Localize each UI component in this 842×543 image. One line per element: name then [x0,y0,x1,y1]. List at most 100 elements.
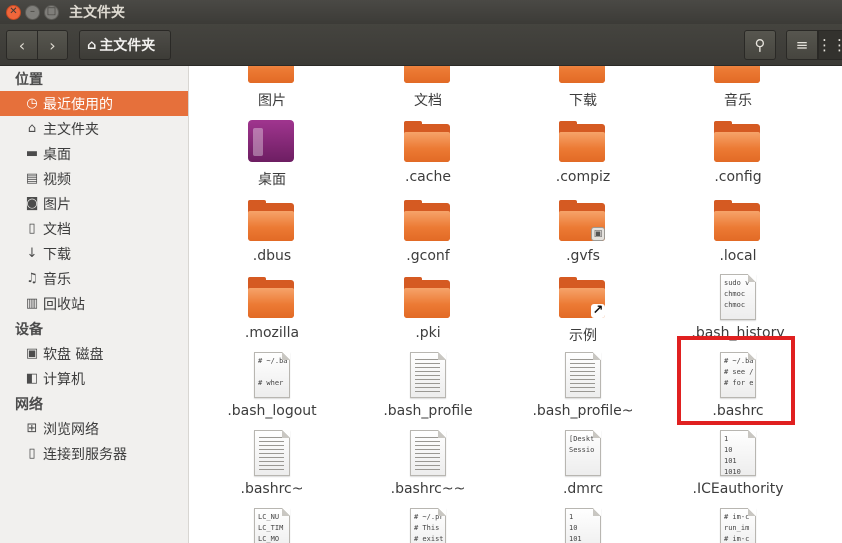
folder-item[interactable]: ↗ 示例 [508,274,658,345]
file-name-label: .ICEauthority [692,481,784,497]
file-name-label: .config [714,169,762,185]
file-item[interactable]: [Deskt Sessio .dmrc [508,430,658,497]
search-button[interactable]: ⚲ [744,30,776,60]
maximize-window-button[interactable]: □ [44,4,59,20]
file-item[interactable]: .bash_profile [353,352,503,419]
folder-item[interactable]: 桌面 [197,118,347,189]
file-name-label: .dbus [252,248,292,264]
file-name-label: .gconf [406,248,450,264]
folder-item[interactable]: .config [663,118,813,185]
file-name-label: .compiz [555,169,611,185]
sidebar-item[interactable]: ▬ 桌面 [0,141,188,166]
folder-item[interactable]: .dbus [197,197,347,264]
sidebar-item[interactable]: ↓ 下载 [0,241,188,266]
file-name-label: .bash_profile~ [532,403,634,419]
file-preview-text: [Deskt Sessio [569,435,595,454]
folder-item[interactable]: ▣ .gvfs [508,197,658,264]
file-item[interactable]: .bashrc~~ [353,430,503,497]
breadcrumb-label: 主文件夹 [99,38,156,54]
network-icon: ⊞ [26,421,38,436]
chevron-left-icon: ‹ [18,35,26,55]
back-button[interactable]: ‹ [7,31,37,59]
text-file-icon: [Deskt Sessio [559,430,607,478]
sidebar-item[interactable]: ▣ 软盘 磁盘 [0,341,188,366]
folder-icon [248,274,296,322]
folder-item[interactable]: .cache [353,118,503,185]
file-name-label: 图片 [258,93,286,109]
file-preview-text: # ~/.pr # This # exist [414,513,443,543]
download-icon: ↓ [26,246,38,261]
text-file-icon [404,430,452,478]
sidebar-item[interactable]: ◧ 计算机 [0,366,188,391]
sidebar-item-label: 音乐 [43,271,71,288]
sidebar-item[interactable]: ▯ 文档 [0,216,188,241]
desktop-folder-icon [248,118,296,166]
file-name-label: 音乐 [724,93,752,109]
music-icon: ♫ [26,271,38,286]
file-preview-text: 1 10 101 1010 [569,513,582,543]
close-window-button[interactable]: ✕ [6,4,21,20]
navigation-buttons: ‹ › [6,30,68,60]
folder-item[interactable]: .pki [353,274,503,341]
breadcrumb-home[interactable]: ⌂ 主文件夹 [79,30,171,60]
file-item[interactable]: sudo v chmoc chmoc .bash_history [663,274,813,341]
sidebar-item-label: 图片 [43,196,71,213]
grid-icon: ⋮⋮ [817,36,842,54]
folder-item[interactable]: 图片 [197,66,347,110]
sidebar-item[interactable]: ▤ 视频 [0,166,188,191]
sidebar-section-title: 网络 [15,396,43,413]
desktop-icon: ▬ [25,146,39,161]
file-name-label: 文档 [414,93,442,109]
file-item[interactable]: .bashrc~ [197,430,347,497]
folder-icon [714,118,762,166]
folder-icon: ↗ [559,274,607,322]
file-item[interactable]: 1 10 101 1010 [508,508,658,543]
file-item[interactable]: 1 10 101 1010 .ICEauthority [663,430,813,497]
forward-button[interactable]: › [37,31,67,59]
sidebar-item[interactable]: ⌂ 主文件夹 [0,116,188,141]
folder-item[interactable]: .compiz [508,118,658,185]
clock-icon: ◷ [26,96,38,111]
folder-item[interactable]: .mozilla [197,274,347,341]
sidebar-section-title: 位置 [15,71,43,88]
sidebar-item[interactable]: ♫ 音乐 [0,266,188,291]
sidebar-item-label: 软盘 磁盘 [43,346,104,363]
sidebar-item-label: 下载 [43,246,71,263]
file-name-label: .gvfs [566,248,600,264]
folder-item[interactable]: 下载 [508,66,658,110]
folder-item[interactable]: 音乐 [663,66,813,110]
sidebar-item-label: 浏览网络 [43,421,99,438]
folder-icon [248,66,296,87]
sidebar-item[interactable]: ⊞ 浏览网络 [0,416,188,441]
sidebar-item[interactable]: ▥ 回收站 [0,291,188,316]
sidebar-item[interactable]: ▯ 连接到服务器 [0,441,188,466]
sidebar-item[interactable]: ◷ 最近使用的 [0,91,188,116]
file-name-label: .mozilla [244,325,300,341]
text-file-icon: # ~/.ba # wher [248,352,296,400]
file-item[interactable]: # im-c run_im # im-c [663,508,813,543]
file-name-label: .bashrc~ [240,481,304,497]
sidebar-item-label: 最近使用的 [43,96,113,113]
sidebar-item-label: 连接到服务器 [43,446,127,463]
text-file-icon [559,352,607,400]
file-name-label: .local [719,248,757,264]
folder-icon [714,66,762,87]
folder-icon [404,66,452,87]
grid-view-button[interactable]: ⋮⋮ [817,30,842,60]
sidebar-item[interactable]: ◙ 图片 [0,191,188,216]
sidebar-item-label: 视频 [43,171,71,188]
toolbar: ‹ › ⌂ 主文件夹 ⚲ ≡ ⋮⋮ [0,24,842,66]
file-item[interactable]: # ~/.pr # This # exist [353,508,503,543]
folder-item[interactable]: .gconf [353,197,503,264]
minimize-window-button[interactable]: – [25,4,40,20]
file-item[interactable]: .bash_profile~ [508,352,658,419]
text-file-icon [248,430,296,478]
folder-icon [559,66,607,87]
folder-item[interactable]: 文档 [353,66,503,110]
file-item[interactable]: LC_NU LC_TIM LC_MO [197,508,347,543]
file-item[interactable]: # ~/.ba # wher .bash_logout [197,352,347,419]
server-icon: ▯ [28,446,36,461]
list-view-button[interactable]: ≡ [786,30,818,60]
folder-item[interactable]: .local [663,197,813,264]
text-file-icon: sudo v chmoc chmoc [714,274,762,322]
